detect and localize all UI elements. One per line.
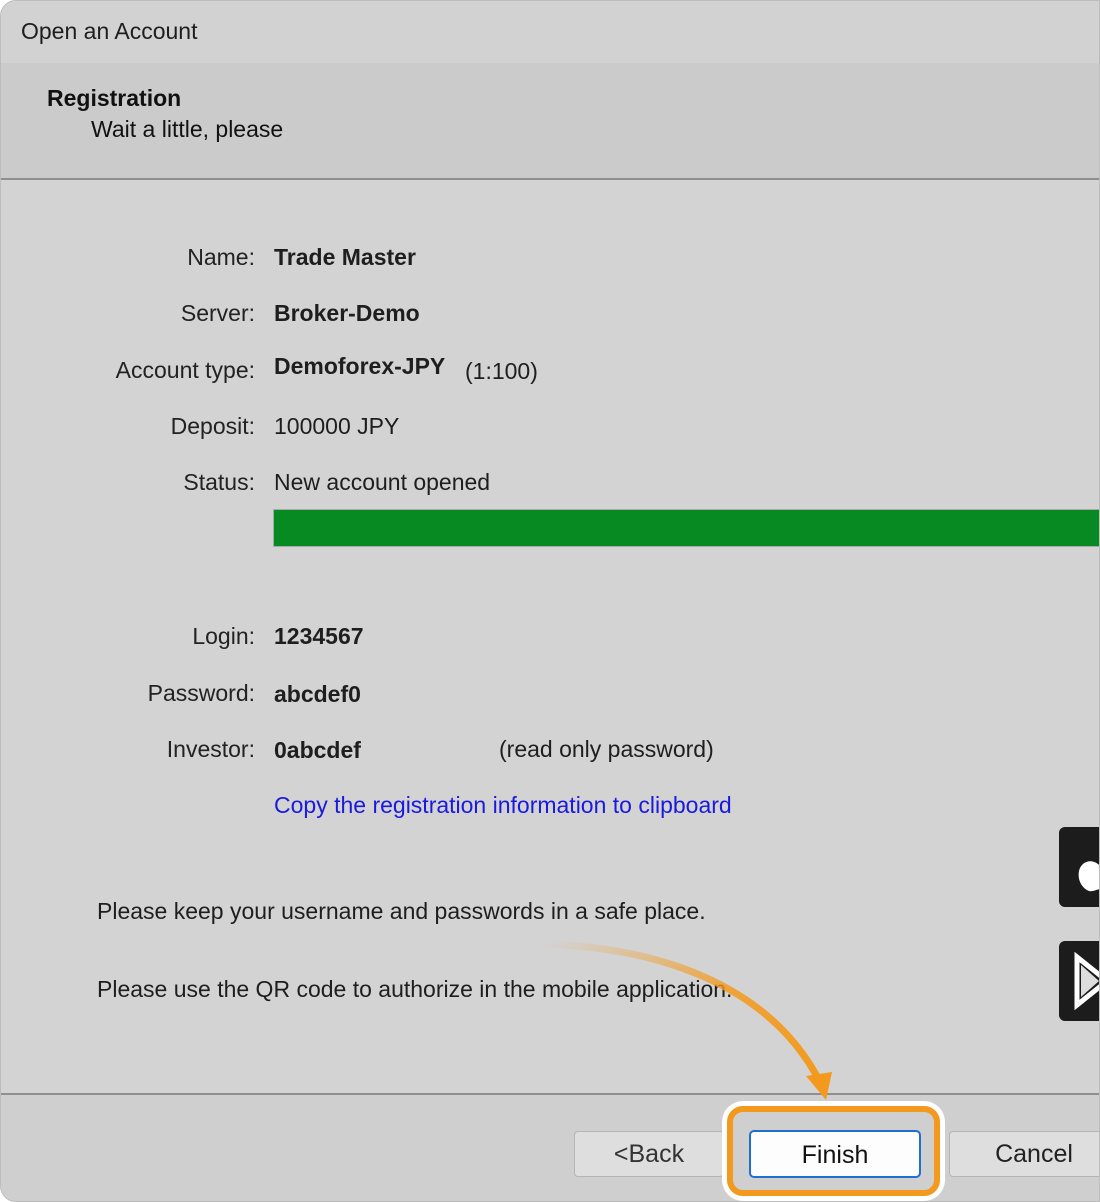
apple-icon: [1078, 861, 1099, 892]
login-value: 1234567: [274, 623, 364, 649]
back-button[interactable]: <Back: [574, 1131, 724, 1177]
password-value: abcdef0: [274, 681, 361, 707]
account-type-label: Account type:: [115, 357, 255, 383]
cancel-button[interactable]: Cancel: [949, 1131, 1099, 1177]
status-value: New account opened: [274, 469, 491, 495]
investor-value: 0abcdef: [274, 737, 361, 763]
account-type-value: Demoforex-JPY: [274, 353, 446, 379]
safe-place-note: Please keep your username and passwords …: [97, 898, 706, 924]
deposit-label: Deposit:: [170, 413, 255, 439]
registration-progress-bar: [273, 509, 1099, 547]
registration-content: Name: Trade Master Server: Broker-Demo A…: [1, 180, 1099, 1093]
window-title: Open an Account: [21, 18, 198, 44]
leverage-value: (1:100): [465, 358, 538, 384]
finish-highlight-ring: [727, 1106, 940, 1196]
header-subtitle: Wait a little, please: [91, 116, 284, 142]
investor-note: (read only password): [499, 736, 714, 762]
copy-to-clipboard-link[interactable]: Copy the registration information to cli…: [274, 792, 732, 819]
wizard-header: Registration Wait a little, please: [1, 63, 1099, 180]
server-value: Broker-Demo: [274, 300, 420, 326]
header-title: Registration: [47, 85, 182, 111]
login-label: Login:: [192, 623, 255, 649]
qr-code-note: Please use the QR code to authorize in t…: [97, 976, 733, 1002]
title-bar: Open an Account: [1, 1, 1099, 63]
name-value: Trade Master: [274, 244, 416, 270]
password-label: Password:: [147, 680, 255, 706]
investor-label: Investor:: [166, 736, 255, 762]
server-label: Server:: [180, 300, 255, 326]
google-play-button[interactable]: [1059, 941, 1099, 1021]
google-play-icon: [1074, 951, 1099, 1011]
app-store-button[interactable]: [1059, 827, 1099, 907]
status-label: Status:: [183, 469, 255, 495]
deposit-value: 100000 JPY: [274, 413, 400, 439]
progress-fill: [274, 510, 1099, 546]
name-label: Name:: [187, 244, 255, 270]
open-account-dialog: Open an Account Registration Wait a litt…: [0, 0, 1100, 1202]
